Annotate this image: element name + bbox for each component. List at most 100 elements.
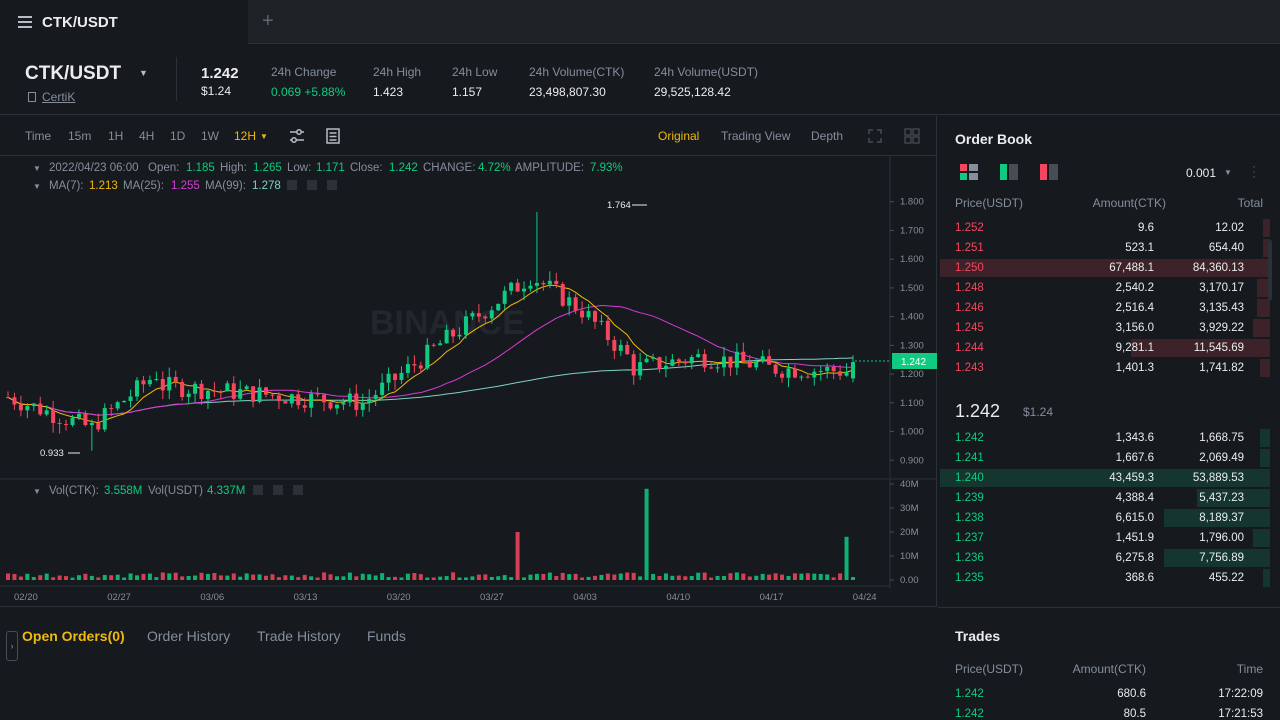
vol-close-icon[interactable]	[293, 485, 303, 495]
interval-dropdown-icon[interactable]: ▼	[260, 132, 268, 141]
volume-bar	[715, 575, 720, 580]
time-tick-label: 02/27	[107, 592, 131, 603]
row-amount: 67,488.1	[1109, 262, 1154, 274]
candle-body	[64, 423, 69, 426]
ask-row[interactable]: 1.252 9.6 12.02	[938, 218, 1280, 238]
layout-grid-icon[interactable]	[904, 128, 920, 144]
ma-hide-icon[interactable]	[307, 180, 317, 190]
candle-body	[399, 372, 404, 380]
vol-settings-icon[interactable]	[253, 485, 263, 495]
vol-collapse-icon[interactable]: ▼	[33, 487, 41, 496]
precision-dropdown-icon[interactable]: ▼	[1224, 168, 1232, 177]
view-depth[interactable]: Depth	[811, 129, 843, 143]
volume-tick-label: 0.00	[900, 575, 919, 586]
candlestick-chart[interactable]: BINANCE ▼ 2022/04/23 06:00 Open: 1.185 H…	[0, 156, 937, 606]
order-book-bids-icon[interactable]	[1000, 164, 1018, 180]
volume-bar	[12, 573, 17, 580]
vol-hide-icon[interactable]	[273, 485, 283, 495]
precision-select[interactable]: 0.001	[1186, 166, 1216, 180]
candle-body	[851, 362, 855, 379]
legend-close-label: Close:	[350, 162, 383, 174]
new-tab-button[interactable]: +	[262, 10, 274, 33]
bid-row[interactable]: 1.241 1,667.6 2,069.49	[938, 448, 1280, 468]
candle-body	[180, 381, 185, 398]
order-book-both-icon[interactable]	[960, 164, 978, 180]
bid-row[interactable]: 1.238 6,615.0 8,189.37	[938, 508, 1280, 528]
volume-bar	[167, 573, 172, 580]
indicators-icon[interactable]	[326, 128, 340, 144]
order-book-asks-icon[interactable]	[1040, 164, 1058, 180]
ask-row[interactable]: 1.244 9,281.1 11,545.69	[938, 338, 1280, 358]
legend-collapse-icon[interactable]: ▼	[33, 164, 41, 173]
interval-1h[interactable]: 1H	[108, 129, 123, 143]
bid-row[interactable]: 1.239 4,388.4 5,437.23	[938, 488, 1280, 508]
candle-body	[418, 365, 423, 369]
ma-collapse-icon[interactable]: ▼	[33, 182, 41, 191]
candle-body	[515, 282, 520, 292]
legend-vol-usdt-label: Vol(USDT)	[148, 485, 203, 497]
view-original[interactable]: Original	[658, 129, 699, 143]
fullscreen-icon[interactable]	[868, 129, 882, 143]
time-tick-label: 02/20	[14, 592, 38, 603]
indicator-settings-icon[interactable]	[289, 128, 305, 144]
volume-bar	[496, 576, 501, 580]
candle-body	[296, 394, 301, 406]
volume-bar	[573, 573, 578, 580]
candle-body	[683, 361, 688, 364]
tab-open-orders[interactable]: Open Orders(0)	[22, 628, 125, 644]
ma-close-icon[interactable]	[327, 180, 337, 190]
ask-row[interactable]: 1.245 3,156.0 3,929.22	[938, 318, 1280, 338]
volume-bar	[289, 575, 294, 580]
pair-title[interactable]: CTK/USDT	[25, 63, 121, 85]
stat-label: 24h Low	[452, 65, 498, 79]
stat-24h-high: 24h High 1.423	[373, 65, 421, 99]
pair-dropdown-icon[interactable]: ▼	[139, 68, 148, 78]
more-options-icon[interactable]: · · ·	[1252, 160, 1256, 182]
candle-body	[38, 403, 43, 415]
order-book-scrollbar[interactable]	[1268, 240, 1272, 300]
row-amount: 523.1	[1125, 242, 1154, 254]
bid-row[interactable]: 1.235 368.6 455.22	[938, 568, 1280, 588]
bid-row[interactable]: 1.237 1,451.9 1,796.00	[938, 528, 1280, 548]
legend-vol-ctk-label: Vol(CTK):	[49, 485, 99, 497]
candle-body	[309, 393, 314, 408]
candle-body	[25, 406, 30, 411]
volume-bar	[709, 577, 714, 580]
ma-settings-icon[interactable]	[287, 180, 297, 190]
bid-row[interactable]: 1.242 1,343.6 1,668.75	[938, 428, 1280, 448]
candle-body	[315, 393, 320, 395]
volume-bar	[838, 573, 843, 580]
candle-body	[844, 371, 849, 376]
menu-icon[interactable]	[18, 16, 32, 28]
tab-order-history[interactable]: Order History	[147, 628, 230, 644]
tab-trade-history[interactable]: Trade History	[257, 628, 341, 644]
row-price: 1.251	[955, 242, 984, 254]
bid-row[interactable]: 1.240 43,459.3 53,889.53	[938, 468, 1280, 488]
candle-body	[625, 344, 630, 355]
ask-row[interactable]: 1.250 67,488.1 84,360.13	[938, 258, 1280, 278]
interval-time[interactable]: Time	[25, 129, 51, 143]
ask-row[interactable]: 1.251 523.1 654.40	[938, 238, 1280, 258]
interval-15m[interactable]: 15m	[68, 129, 91, 143]
volume-bar	[315, 577, 320, 580]
ask-row[interactable]: 1.246 2,516.4 3,135.43	[938, 298, 1280, 318]
row-total: 7,756.89	[1199, 552, 1244, 564]
tab-ctk-usdt[interactable]: CTK/USDT	[0, 0, 248, 44]
interval-4h[interactable]: 4H	[139, 129, 154, 143]
volume-bar	[238, 576, 243, 580]
interval-1d[interactable]: 1D	[170, 129, 185, 143]
bid-row[interactable]: 1.236 6,275.8 7,756.89	[938, 548, 1280, 568]
view-trading-view[interactable]: Trading View	[721, 129, 790, 143]
ask-row[interactable]: 1.248 2,540.2 3,170.17	[938, 278, 1280, 298]
interval-1w[interactable]: 1W	[201, 129, 219, 143]
row-total: 8,189.37	[1199, 512, 1244, 524]
tab-funds[interactable]: Funds	[367, 628, 406, 644]
interval-12h[interactable]: 12H	[234, 129, 256, 143]
volume-bar	[405, 573, 410, 580]
project-name[interactable]: CertiK	[42, 90, 75, 104]
row-price: 1.240	[955, 472, 984, 484]
volume-bar	[431, 577, 436, 580]
volume-bar	[612, 574, 617, 580]
ask-row[interactable]: 1.243 1,401.3 1,741.82	[938, 358, 1280, 378]
project-link[interactable]: CertiK	[28, 90, 75, 104]
